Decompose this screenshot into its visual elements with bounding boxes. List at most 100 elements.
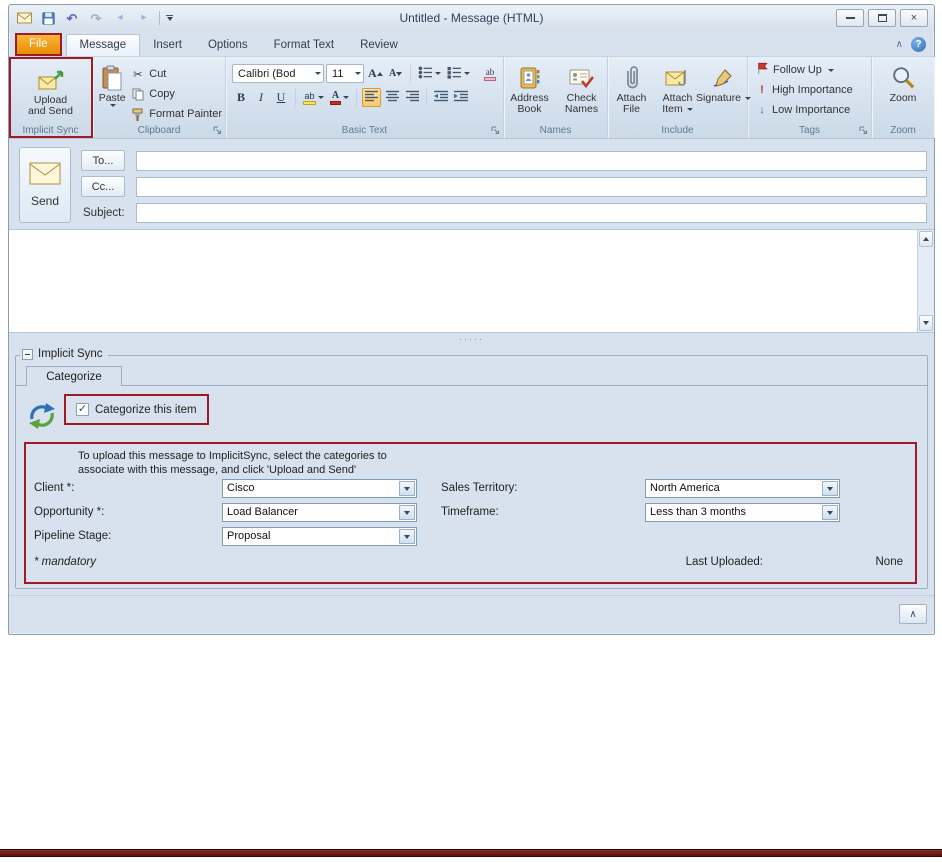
font-name-select[interactable]: Calibri (Bod <box>232 64 324 83</box>
window-message-icon <box>15 9 33 27</box>
collapse-pane-button[interactable]: ∧ <box>899 604 927 624</box>
minimize-ribbon-icon[interactable]: ∧ <box>896 39 903 50</box>
help-icon[interactable]: ? <box>911 37 926 52</box>
italic-button[interactable]: I <box>252 88 270 107</box>
timeframe-select[interactable]: Less than 3 months <box>645 503 840 522</box>
align-left-button[interactable] <box>362 88 381 107</box>
clipboard-dialog-launcher-icon[interactable] <box>211 124 223 136</box>
undo-icon[interactable]: ↶ <box>63 9 81 27</box>
subject-field[interactable] <box>136 202 927 223</box>
tab-insert[interactable]: Insert <box>140 35 195 56</box>
instructions-text: To upload this message to ImplicitSync, … <box>78 449 387 477</box>
high-importance-button[interactable]: ! High Importance <box>748 80 871 100</box>
flag-icon <box>756 62 769 78</box>
clear-formatting-button[interactable]: ab <box>481 64 499 83</box>
bullets-button[interactable] <box>416 64 443 83</box>
group-label-zoom: Zoom <box>890 125 916 136</box>
message-body[interactable] <box>9 229 934 333</box>
forward-icon[interactable]: ▸ <box>135 9 153 27</box>
subject-row: Subject: <box>81 202 927 223</box>
restore-button[interactable] <box>868 9 896 27</box>
dropdown-arrow-icon[interactable] <box>399 529 415 544</box>
decrease-indent-button[interactable] <box>432 88 450 107</box>
font-size-select[interactable]: 11 <box>326 64 364 83</box>
close-button[interactable]: × <box>900 9 928 27</box>
message-window: ↶ ↷ ◂ ▸ Untitled - Message (HTML) × File… <box>8 4 935 635</box>
tab-options[interactable]: Options <box>195 35 261 56</box>
send-label: Send <box>30 194 60 208</box>
signature-label: Signature <box>696 92 741 104</box>
client-select[interactable]: Cisco <box>222 479 417 498</box>
tab-format-text[interactable]: Format Text <box>261 35 348 56</box>
scroll-up-button[interactable] <box>919 231 933 247</box>
align-right-icon <box>405 90 419 105</box>
grow-font-button[interactable]: A <box>366 64 385 83</box>
tab-file[interactable]: File <box>15 33 62 56</box>
numbering-button[interactable] <box>445 64 472 83</box>
low-importance-button[interactable]: ↓ Low Importance <box>748 100 871 120</box>
cc-button[interactable]: Cc... <box>81 176 125 197</box>
dropdown-arrow-icon[interactable] <box>399 481 415 496</box>
tab-message[interactable]: Message <box>65 34 141 57</box>
categorize-checkbox-group[interactable]: ✓ Categorize this item <box>64 394 209 425</box>
format-painter-button[interactable]: Format Painter <box>127 105 225 123</box>
scissors-icon: ✂ <box>133 68 143 81</box>
cut-label: Cut <box>149 68 167 80</box>
shrink-font-button[interactable]: A <box>387 64 405 83</box>
tab-review[interactable]: Review <box>347 35 411 56</box>
separator <box>426 89 427 106</box>
ribbon-right-controls: ∧ ? <box>896 37 926 52</box>
pipeline-stage-select[interactable]: Proposal <box>222 527 417 546</box>
align-center-button[interactable] <box>383 88 401 107</box>
basic-text-dialog-launcher-icon[interactable] <box>489 124 501 136</box>
zoom-button[interactable]: Zoom <box>878 60 928 104</box>
underline-button[interactable]: U <box>272 88 290 107</box>
scroll-down-button[interactable] <box>919 315 933 331</box>
text-highlight-button[interactable]: ab <box>301 88 326 107</box>
opportunity-select[interactable]: Load Balancer <box>222 503 417 522</box>
cut-button[interactable]: ✂ Cut <box>127 65 225 83</box>
tags-dialog-launcher-icon[interactable] <box>857 124 869 136</box>
client-value: Cisco <box>227 482 255 494</box>
last-uploaded-value: None <box>875 556 904 568</box>
align-right-button[interactable] <box>403 88 421 107</box>
client-label: Client *: <box>34 482 75 494</box>
minimize-button[interactable] <box>836 9 864 27</box>
sales-territory-select[interactable]: North America <box>645 479 840 498</box>
format-painter-icon <box>130 108 145 121</box>
body-scrollbar[interactable] <box>917 230 934 332</box>
group-label-names: Names <box>539 125 572 136</box>
message-header: Send To... Cc... Subject: <box>9 139 934 229</box>
cc-field[interactable] <box>136 176 927 197</box>
ribbon-group-include: Attach File Attach Item Signature Includ… <box>608 57 751 138</box>
redo-icon[interactable]: ↷ <box>87 9 105 27</box>
customize-qat-icon[interactable] <box>166 15 173 21</box>
categorize-checkbox[interactable]: ✓ <box>76 403 89 416</box>
low-importance-icon: ↓ <box>759 104 765 116</box>
address-book-icon <box>518 63 542 93</box>
ribbon-tab-bar: File Message Insert Options Format Text … <box>9 31 934 57</box>
copy-button[interactable]: Copy <box>127 85 225 103</box>
save-icon[interactable] <box>39 9 57 27</box>
opportunity-label: Opportunity *: <box>34 506 105 518</box>
increase-indent-button[interactable] <box>452 88 470 107</box>
to-field[interactable] <box>136 150 927 171</box>
dropdown-arrow-icon[interactable] <box>822 505 838 520</box>
to-button[interactable]: To... <box>81 150 125 171</box>
dropdown-arrow-icon <box>343 96 349 99</box>
follow-up-button[interactable]: Follow Up <box>748 60 871 80</box>
dropdown-arrow-icon[interactable] <box>399 505 415 520</box>
font-color-button[interactable]: A <box>328 88 351 107</box>
send-button[interactable]: Send <box>19 147 71 223</box>
back-icon[interactable]: ◂ <box>111 9 129 27</box>
font-color-icon: A <box>330 90 341 105</box>
tab-categorize[interactable]: Categorize <box>26 366 122 386</box>
collapse-group-button[interactable] <box>22 348 33 360</box>
dropdown-arrow-icon <box>686 108 693 111</box>
pane-splitter-handle[interactable]: ····· <box>9 333 934 347</box>
dropdown-arrow-icon[interactable] <box>822 481 838 496</box>
low-importance-label: Low Importance <box>772 104 851 116</box>
upload-and-send-button[interactable]: Upload and Send <box>19 62 83 117</box>
bold-button[interactable]: B <box>232 88 250 107</box>
timeframe-label: Timeframe: <box>441 506 499 518</box>
